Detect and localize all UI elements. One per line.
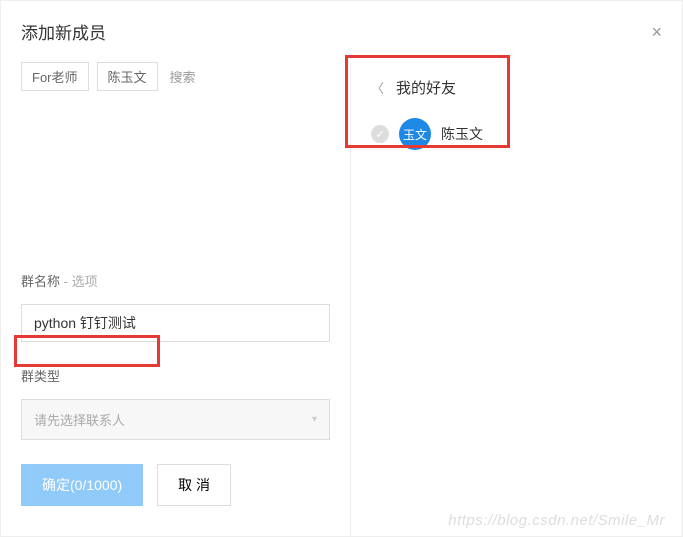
highlight-box-groupname [14,335,160,367]
group-type-label: 群类型 [21,366,330,385]
group-name-label: 群名称 - 选项 [21,271,330,290]
tag-for-teacher[interactable]: For老师 [21,62,89,91]
search-placeholder[interactable]: 搜索 [170,67,196,86]
cancel-button[interactable]: 取 消 [157,464,231,506]
modal-title: 添加新成员 [21,19,106,44]
search-row: For老师 陈玉文 搜索 [21,62,330,91]
tag-chen-yuwen[interactable]: 陈玉文 [97,62,158,91]
confirm-button[interactable]: 确定(0/1000) [21,464,143,506]
group-type-placeholder: 请先选择联系人 [34,410,125,429]
watermark: https://blog.csdn.net/Smile_Mr [448,512,665,529]
close-button[interactable]: × [651,23,662,41]
chevron-down-icon: ▾ [312,414,317,425]
group-type-select[interactable]: 请先选择联系人 ▾ [21,399,330,440]
highlight-box-friends [345,55,510,148]
